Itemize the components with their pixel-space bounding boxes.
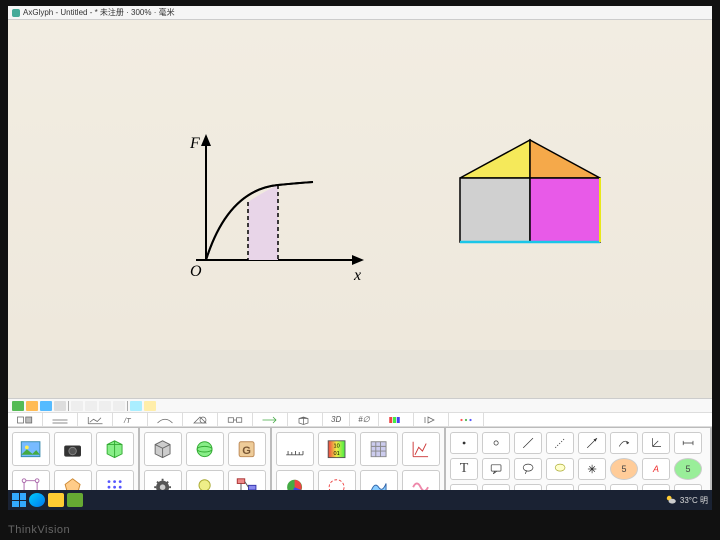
tab-solid[interactable] bbox=[288, 413, 323, 426]
x-axis-label: x bbox=[353, 267, 361, 284]
tool-camera[interactable] bbox=[54, 432, 92, 466]
tool-arrow-single[interactable] bbox=[578, 432, 606, 454]
tool-arrow-curved[interactable] bbox=[610, 432, 638, 454]
tool-badge-5a[interactable]: 5 bbox=[610, 458, 638, 480]
tool-axes[interactable] bbox=[642, 432, 670, 454]
zoom-icon[interactable] bbox=[130, 401, 142, 411]
tab-flow[interactable] bbox=[218, 413, 253, 426]
tool-callout-rect[interactable] bbox=[482, 458, 510, 480]
tool-line-dashed[interactable] bbox=[546, 432, 574, 454]
start-button[interactable] bbox=[12, 493, 26, 507]
house-figure[interactable] bbox=[448, 130, 618, 265]
copy-icon[interactable] bbox=[113, 401, 125, 411]
cut-icon[interactable] bbox=[99, 401, 111, 411]
weather-widget[interactable]: 33°C 明 bbox=[665, 494, 708, 506]
tool-cube-green[interactable] bbox=[96, 432, 134, 466]
tab-chart[interactable] bbox=[78, 413, 113, 426]
tab-triangle[interactable] bbox=[183, 413, 218, 426]
svg-text:01: 01 bbox=[334, 451, 340, 457]
svg-text:10: 10 bbox=[334, 443, 340, 449]
tool-badge-Aa[interactable]: A bbox=[642, 458, 670, 480]
origin-label: O bbox=[190, 263, 202, 280]
svg-text:G: G bbox=[243, 445, 252, 457]
y-axis-label: F bbox=[189, 135, 200, 152]
tool-asterisk[interactable] bbox=[578, 458, 606, 480]
new-icon[interactable] bbox=[12, 401, 24, 411]
tool-binary[interactable]: 1001 bbox=[318, 432, 356, 466]
grid-icon[interactable] bbox=[144, 401, 156, 411]
windows-taskbar: 33°C 明 bbox=[8, 490, 712, 510]
tool-sphere[interactable] bbox=[186, 432, 224, 466]
tool-circle-small[interactable] bbox=[482, 432, 510, 454]
tool-callout-fancy[interactable] bbox=[546, 458, 574, 480]
tool-scale[interactable] bbox=[276, 432, 314, 466]
drawing-canvas[interactable]: F x O bbox=[8, 20, 712, 350]
tool-cube-gray[interactable] bbox=[144, 432, 182, 466]
tool-angle-bar[interactable] bbox=[674, 432, 702, 454]
tool-image[interactable] bbox=[12, 432, 50, 466]
save-icon[interactable] bbox=[40, 401, 52, 411]
graph-figure[interactable]: F x O bbox=[178, 130, 368, 295]
tab-arrow[interactable] bbox=[253, 413, 288, 426]
tab-lines[interactable] bbox=[43, 413, 78, 426]
tab-play[interactable] bbox=[414, 413, 449, 426]
tool-chart-red[interactable] bbox=[402, 432, 440, 466]
tab-text[interactable]: /T bbox=[113, 413, 148, 426]
monitor-brand: ThinkVision bbox=[8, 524, 70, 536]
tab-color[interactable] bbox=[379, 413, 414, 426]
category-tabs: /T 3D #∅ bbox=[8, 412, 712, 427]
tab-hash[interactable]: #∅ bbox=[350, 413, 378, 426]
tab-basic[interactable] bbox=[8, 413, 43, 426]
tool-dot[interactable] bbox=[450, 432, 478, 454]
redo-icon[interactable] bbox=[85, 401, 97, 411]
standard-toolbar bbox=[8, 398, 712, 412]
undo-icon[interactable] bbox=[71, 401, 83, 411]
window-titlebar: AxGlyph - Untitled - * 未注册 · 300% · 毫米 bbox=[8, 6, 712, 20]
tool-text-t[interactable]: T bbox=[450, 458, 478, 480]
app-taskbar-icon[interactable] bbox=[67, 493, 83, 507]
tab-curve[interactable] bbox=[148, 413, 183, 426]
tool-badge-5b[interactable]: 5 bbox=[674, 458, 702, 480]
open-icon[interactable] bbox=[26, 401, 38, 411]
svg-text:/T: /T bbox=[123, 416, 132, 425]
tool-grid-mesh[interactable] bbox=[360, 432, 398, 466]
tab-more[interactable] bbox=[449, 413, 484, 426]
tool-line-solid[interactable] bbox=[514, 432, 542, 454]
edge-icon[interactable] bbox=[29, 493, 45, 507]
app-icon bbox=[12, 9, 20, 17]
tool-badge-g[interactable]: G bbox=[228, 432, 266, 466]
explorer-icon[interactable] bbox=[48, 493, 64, 507]
tab-3d[interactable]: 3D bbox=[323, 413, 350, 426]
print-icon[interactable] bbox=[54, 401, 66, 411]
tool-callout-round[interactable] bbox=[514, 458, 542, 480]
window-title: AxGlyph - Untitled - * 未注册 · 300% · 毫米 bbox=[23, 7, 175, 18]
weather-temp: 33°C 明 bbox=[680, 495, 708, 506]
